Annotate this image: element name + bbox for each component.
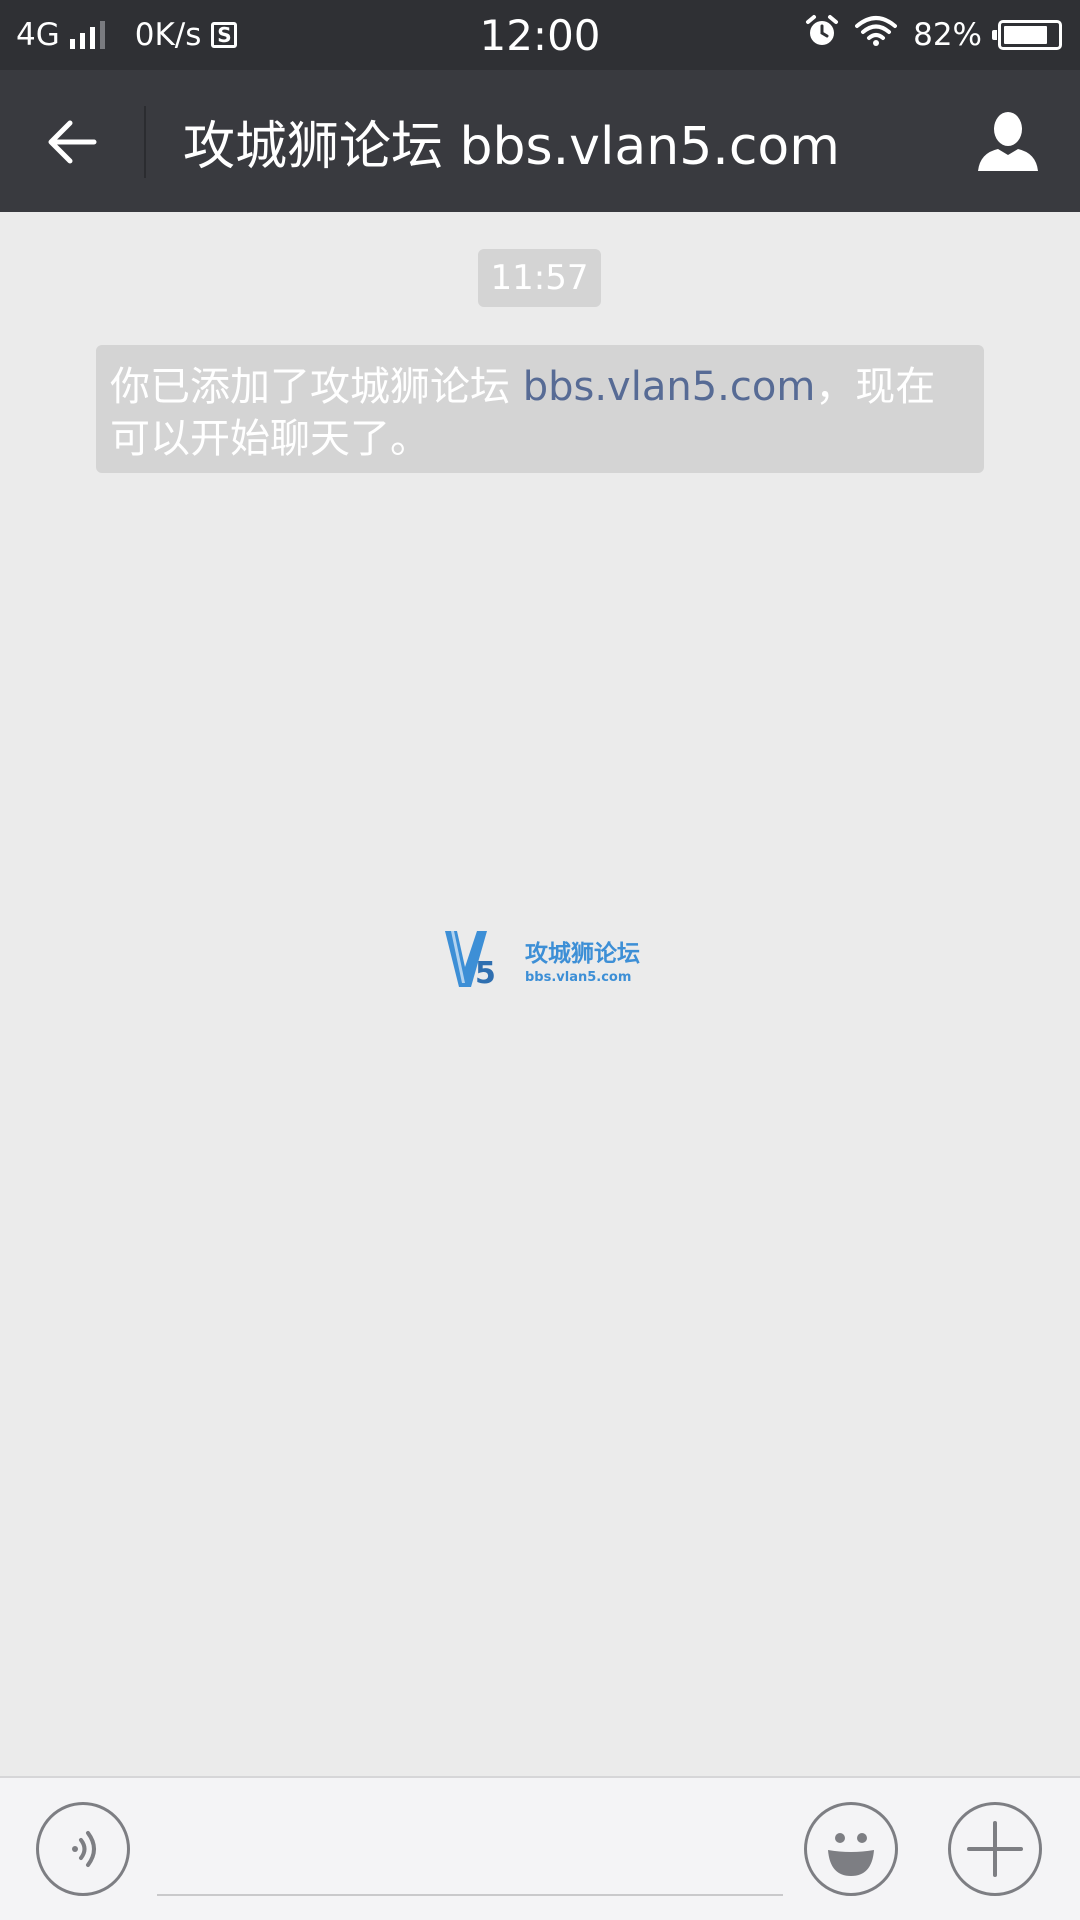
- system-message: 你已添加了攻城狮论坛 bbs.vlan5.com，现在可以开始聊天了。: [96, 345, 984, 473]
- svg-text:5: 5: [475, 956, 496, 991]
- more-button[interactable]: [948, 1802, 1042, 1896]
- network-speed: 0K/s: [134, 17, 202, 53]
- chat-area: 11:57 你已添加了攻城狮论坛 bbs.vlan5.com，现在可以开始聊天了…: [0, 212, 1080, 1776]
- battery-percent: 82%: [913, 17, 982, 53]
- sim-icon: S: [211, 22, 238, 48]
- message-input[interactable]: [157, 1808, 783, 1896]
- emoji-icon: [828, 1833, 874, 1876]
- profile-button[interactable]: [972, 106, 1044, 178]
- nav-divider: [144, 106, 146, 178]
- network-type: 4G: [16, 17, 60, 53]
- wifi-icon: [855, 15, 898, 55]
- forum-link[interactable]: bbs.vlan5.com: [523, 364, 816, 410]
- input-bar: [0, 1776, 1080, 1920]
- chat-title: 攻城狮论坛 bbs.vlan5.com: [183, 116, 840, 177]
- system-message-prefix: 你已添加了攻城狮论坛: [110, 364, 523, 410]
- status-right: 82%: [805, 0, 1062, 70]
- message-timestamp: 11:57: [478, 249, 601, 307]
- signal-icon: [69, 21, 105, 49]
- person-icon: [978, 112, 1038, 171]
- back-arrow-icon: [48, 120, 97, 164]
- back-button[interactable]: [36, 106, 108, 178]
- battery-icon: [992, 20, 1062, 50]
- alarm-icon: [805, 14, 839, 56]
- nav-bar: 攻城狮论坛 bbs.vlan5.com: [0, 70, 1080, 212]
- plus-icon: [967, 1821, 1023, 1877]
- watermark-url-text: bbs.vlan5.com: [525, 970, 631, 985]
- watermark-logo: 5 攻城狮论坛 bbs.vlan5.com: [443, 927, 643, 991]
- voice-icon: [72, 1831, 96, 1867]
- v5-logo-icon: 5: [445, 931, 496, 991]
- watermark-cn-text: 攻城狮论坛: [525, 940, 640, 967]
- status-bar: 4G 0K/s S 12:00 82%: [0, 0, 1080, 70]
- voice-button[interactable]: [36, 1802, 130, 1896]
- emoji-button[interactable]: [804, 1802, 898, 1896]
- status-left: 4G 0K/s S: [16, 0, 238, 70]
